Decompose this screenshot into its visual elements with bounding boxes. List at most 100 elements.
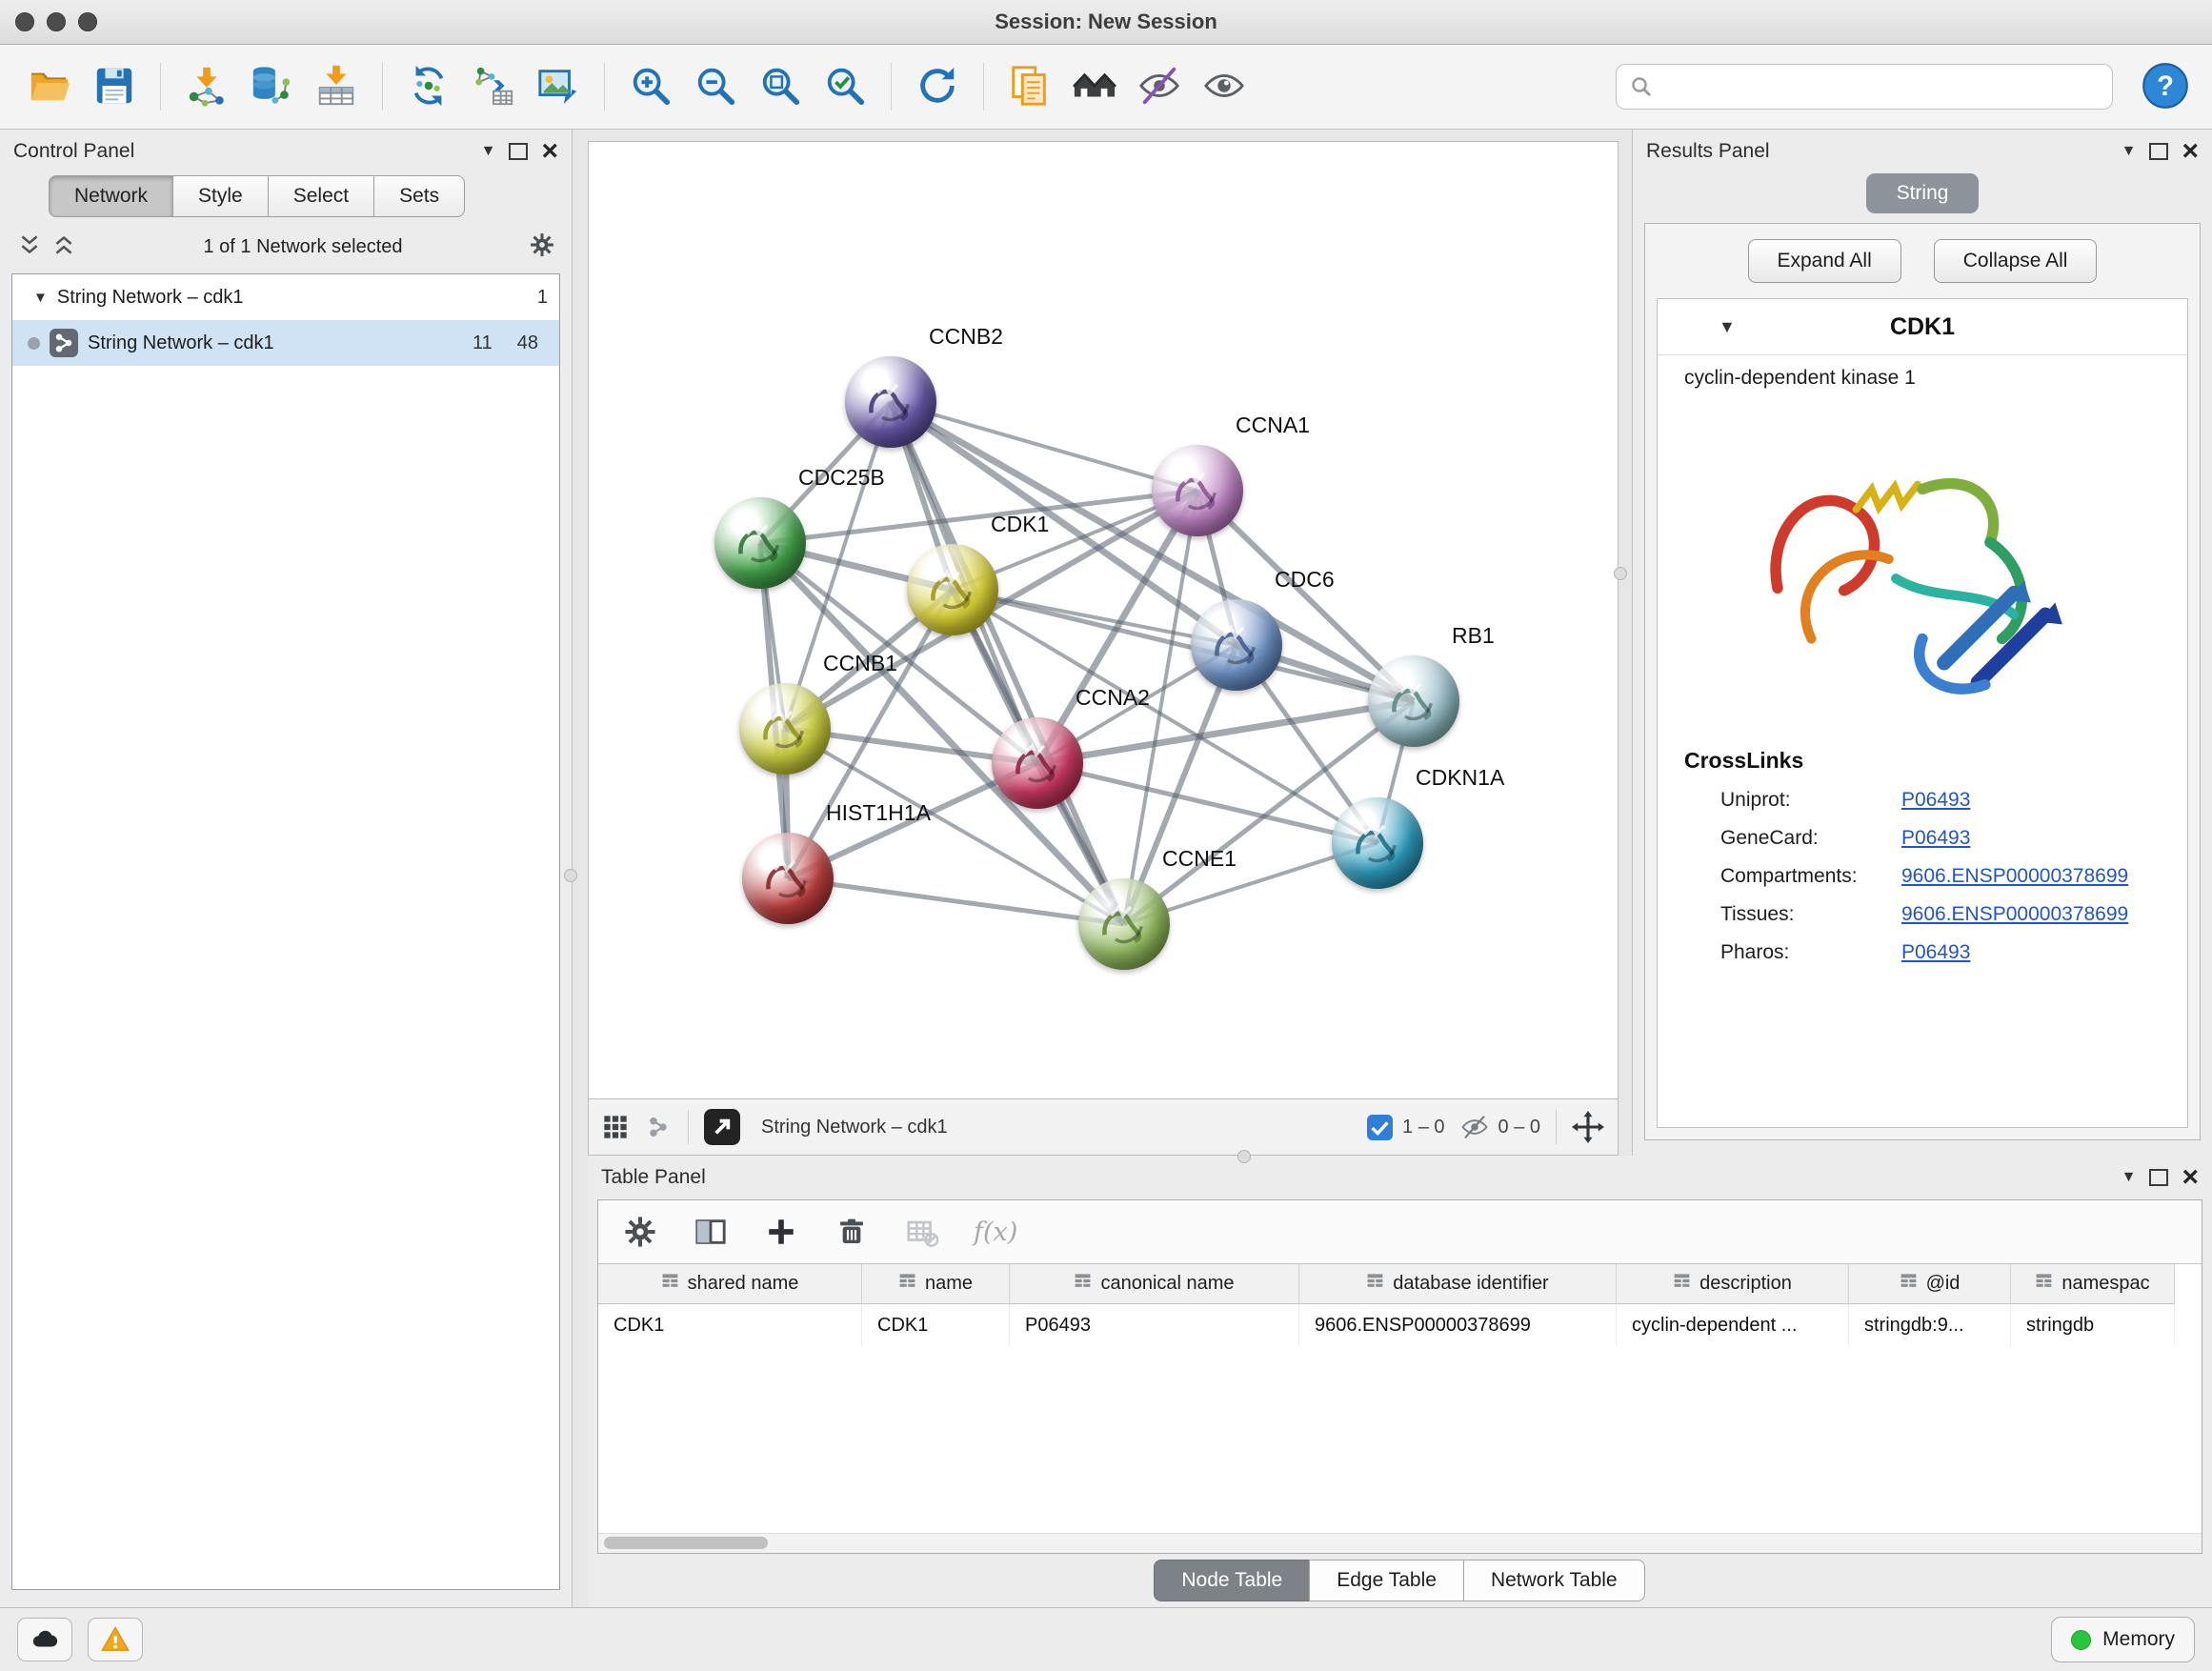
open-in-new-icon[interactable] bbox=[704, 1109, 740, 1145]
panel-close-icon[interactable]: × bbox=[541, 137, 558, 166]
panel-collapse-icon[interactable]: ▼ bbox=[2122, 1169, 2137, 1186]
import-network-file-button[interactable] bbox=[176, 56, 237, 117]
collapse-all-button[interactable]: Collapse All bbox=[1934, 239, 2098, 283]
gene-section-header[interactable]: ▼ CDK1 bbox=[1658, 299, 2187, 355]
network-table-button[interactable] bbox=[463, 56, 524, 117]
network-edges[interactable] bbox=[589, 142, 1579, 1099]
zoom-window-button[interactable] bbox=[78, 12, 97, 31]
network-node-CCNB1[interactable] bbox=[739, 683, 831, 775]
table-cell[interactable]: 9606.ENSP00000378699 bbox=[1299, 1304, 1617, 1346]
network-from-selection-button[interactable] bbox=[398, 56, 459, 117]
panel-close-icon[interactable]: × bbox=[2182, 137, 2199, 166]
eye-slash-button[interactable] bbox=[1129, 56, 1190, 117]
pharos-link[interactable]: P06493 bbox=[1901, 941, 1970, 964]
network-node-CDKN1A[interactable] bbox=[1332, 797, 1423, 889]
panel-close-icon[interactable]: × bbox=[2182, 1163, 2199, 1192]
column-header-name[interactable]: name bbox=[862, 1264, 1010, 1304]
add-column-icon[interactable] bbox=[762, 1213, 800, 1251]
panel-collapse-icon[interactable]: ▼ bbox=[2122, 143, 2137, 160]
open-session-button[interactable] bbox=[19, 56, 80, 117]
column-header-shared-name[interactable]: shared name bbox=[598, 1264, 862, 1304]
import-table-file-button[interactable] bbox=[306, 56, 367, 117]
table-settings-gear-icon[interactable] bbox=[621, 1213, 659, 1251]
column-header-database-identifier[interactable]: database identifier bbox=[1299, 1264, 1617, 1304]
show-columns-icon[interactable] bbox=[692, 1213, 730, 1251]
scrollbar-thumb[interactable] bbox=[604, 1537, 768, 1549]
tab-style[interactable]: Style bbox=[172, 175, 269, 217]
close-window-button[interactable] bbox=[15, 12, 34, 31]
tissues-link[interactable]: 9606.ENSP00000378699 bbox=[1901, 903, 2128, 926]
tab-network[interactable]: Network bbox=[49, 175, 173, 217]
minimize-window-button[interactable] bbox=[47, 12, 66, 31]
network-node-CDK1[interactable] bbox=[907, 544, 998, 635]
tab-select[interactable]: Select bbox=[268, 175, 374, 217]
delete-column-icon[interactable] bbox=[833, 1213, 871, 1251]
tab-string[interactable]: String bbox=[1866, 173, 1980, 213]
warning-button[interactable] bbox=[88, 1618, 143, 1661]
tab-edge-table[interactable]: Edge Table bbox=[1309, 1560, 1464, 1601]
column-header-description[interactable]: description bbox=[1617, 1264, 1849, 1304]
uniprot-link[interactable]: P06493 bbox=[1901, 789, 1970, 812]
panel-float-icon[interactable] bbox=[2149, 143, 2168, 160]
table-row[interactable]: CDK1CDK1P064939606.ENSP00000378699cyclin… bbox=[598, 1304, 2202, 1346]
import-network-database-button[interactable] bbox=[241, 56, 302, 117]
panel-float-icon[interactable] bbox=[2149, 1169, 2168, 1186]
network-row-selected[interactable]: String Network – cdk1 11 48 bbox=[12, 320, 559, 366]
table-horizontal-scrollbar[interactable] bbox=[598, 1533, 2202, 1553]
string-home-button[interactable] bbox=[1064, 56, 1125, 117]
network-node-CDC6[interactable] bbox=[1191, 599, 1282, 691]
table-cell[interactable]: P06493 bbox=[1010, 1304, 1299, 1346]
tab-node-table[interactable]: Node Table bbox=[1154, 1560, 1310, 1601]
tab-sets[interactable]: Sets bbox=[373, 175, 465, 217]
cloud-button[interactable] bbox=[17, 1618, 72, 1661]
table-cell[interactable]: cyclin-dependent ... bbox=[1617, 1304, 1849, 1346]
expand-all-button[interactable]: Expand All bbox=[1748, 239, 1901, 283]
genecard-link[interactable]: P06493 bbox=[1901, 827, 1970, 850]
zoom-selected-button[interactable] bbox=[814, 56, 875, 117]
compartments-link[interactable]: 9606.ENSP00000378699 bbox=[1901, 865, 2128, 888]
selected-checkbox-icon[interactable] bbox=[1367, 1115, 1393, 1140]
column-header-at-id[interactable]: @id bbox=[1849, 1264, 2011, 1304]
network-node-CCNE1[interactable] bbox=[1078, 878, 1170, 970]
zoom-in-button[interactable] bbox=[620, 56, 681, 117]
zoom-out-button[interactable] bbox=[685, 56, 746, 117]
column-header-canonical-name[interactable]: canonical name bbox=[1010, 1264, 1299, 1304]
save-session-button[interactable] bbox=[84, 56, 145, 117]
table-cell[interactable]: stringdb:9... bbox=[1849, 1304, 2011, 1346]
collapse-all-icon[interactable] bbox=[17, 232, 42, 262]
network-node-CCNB2[interactable] bbox=[845, 356, 936, 448]
help-button[interactable]: ? bbox=[2138, 59, 2193, 114]
export-image-button[interactable] bbox=[528, 56, 589, 117]
tab-network-table[interactable]: Network Table bbox=[1463, 1560, 1645, 1601]
memory-button[interactable]: Memory bbox=[2051, 1617, 2195, 1662]
section-expander-icon[interactable]: ▼ bbox=[1719, 317, 1736, 337]
network-options-gear-icon[interactable] bbox=[530, 232, 554, 262]
center-column: CCNB2CCNA1CDC25BCDK1CDC6RB1CCNB1CCNA2CDK… bbox=[573, 130, 2212, 1607]
table-cell[interactable]: CDK1 bbox=[862, 1304, 1010, 1346]
zoom-fit-button[interactable] bbox=[750, 56, 811, 117]
network-node-CCNA2[interactable] bbox=[992, 717, 1083, 809]
hidden-eye-slash-icon[interactable] bbox=[1460, 1113, 1489, 1141]
network-canvas[interactable]: CCNB2CCNA1CDC25BCDK1CDC6RB1CCNB1CCNA2CDK… bbox=[588, 141, 1619, 1099]
grid-view-icon[interactable] bbox=[602, 1114, 629, 1140]
network-node-RB1[interactable] bbox=[1368, 655, 1459, 747]
copy-document-button[interactable] bbox=[999, 56, 1060, 117]
network-node-CCNA1[interactable] bbox=[1152, 445, 1243, 536]
network-collection-row[interactable]: ▼ String Network – cdk1 1 bbox=[12, 274, 559, 320]
network-node-CDC25B[interactable] bbox=[714, 497, 806, 589]
tree-expander-icon[interactable]: ▼ bbox=[33, 290, 48, 306]
node-label-CCNA2: CCNA2 bbox=[1076, 685, 1150, 711]
network-node-HIST1H1A[interactable] bbox=[742, 833, 834, 924]
panel-collapse-icon[interactable]: ▼ bbox=[481, 143, 496, 160]
apply-layout-button[interactable] bbox=[907, 56, 968, 117]
table-cell[interactable]: CDK1 bbox=[598, 1304, 862, 1346]
table-cell[interactable]: stringdb bbox=[2011, 1304, 2175, 1346]
toolbar-separator bbox=[891, 63, 892, 111]
expand-all-icon[interactable] bbox=[51, 232, 76, 262]
eye-button[interactable] bbox=[1194, 56, 1255, 117]
search-input[interactable] bbox=[1662, 75, 2099, 99]
network-share-icon[interactable] bbox=[644, 1113, 673, 1141]
panel-float-icon[interactable] bbox=[509, 143, 528, 160]
column-header-namespac[interactable]: namespac bbox=[2011, 1264, 2175, 1304]
move-tool-icon[interactable] bbox=[1572, 1111, 1604, 1143]
